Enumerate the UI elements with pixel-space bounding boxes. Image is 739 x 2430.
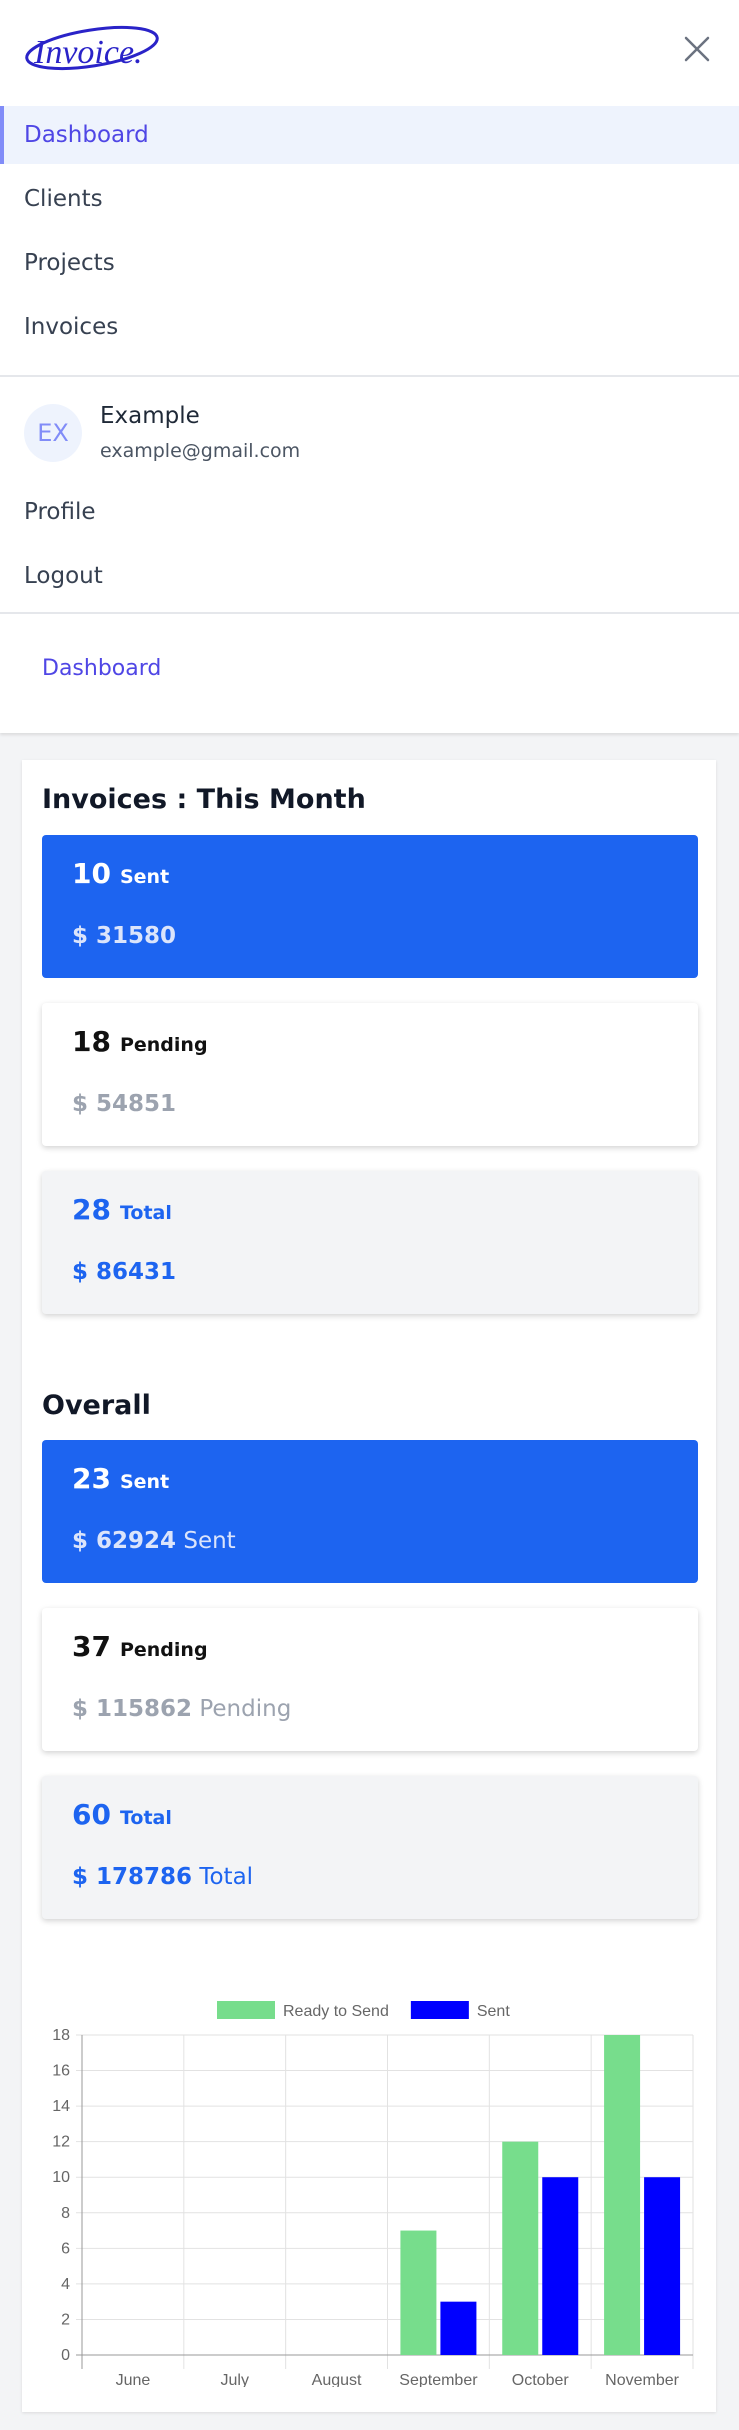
nav-item-label: Projects <box>24 250 115 276</box>
menu-divider <box>0 612 739 614</box>
overall-card-sent[interactable]: 23 Sent $ 62924 Sent <box>42 1440 698 1583</box>
x-tick-label: November <box>605 2372 679 2387</box>
x-tick-label: June <box>116 2372 151 2387</box>
y-tick-label: 16 <box>52 2063 70 2080</box>
overall-card-pending[interactable]: 37 Pending $ 115862 Pending <box>42 1608 698 1751</box>
nav-item-projects[interactable]: Projects <box>0 234 739 292</box>
stat-count: 60 <box>72 1798 111 1831</box>
stat-label: Sent <box>119 866 170 888</box>
nav-item-label: Clients <box>24 186 103 212</box>
stat-suffix: Total <box>199 1864 254 1890</box>
section-title-overall: Overall <box>42 1390 151 1421</box>
stat-card-sent[interactable]: 10 Sent $ 31580 <box>42 835 698 978</box>
bar-ready-to-send <box>400 2230 437 2355</box>
x-tick-label: July <box>221 2372 249 2387</box>
menu-item-logout[interactable]: Logout <box>0 547 739 605</box>
x-tick-label: September <box>399 2372 478 2387</box>
stat-count: 37 <box>72 1630 111 1663</box>
y-tick-label: 12 <box>52 2134 70 2151</box>
nav-item-label: Invoices <box>24 314 119 340</box>
y-tick-label: 6 <box>61 2240 70 2257</box>
bar-ready-to-send <box>604 2035 641 2355</box>
nav-item-dashboard[interactable]: Dashboard <box>0 106 739 164</box>
stat-amount: $ 86431 <box>72 1259 177 1285</box>
nav-item-invoices[interactable]: Invoices <box>0 298 739 356</box>
bar-chart-svg: 0 2 4 6 8 10 12 14 16 18 June July August September Oc… <box>52 2001 694 2389</box>
avatar[interactable]: EX <box>24 404 82 462</box>
stat-count: 23 <box>72 1462 111 1495</box>
menu-item-profile[interactable]: Profile <box>0 483 739 541</box>
stat-amount: $ 31580 <box>72 923 177 949</box>
nav-divider <box>0 375 739 377</box>
stat-amount: $ 178786 <box>72 1864 193 1890</box>
stat-amount: $ 62924 <box>72 1528 177 1554</box>
legend-label: Ready to Send <box>283 2003 389 2020</box>
bar-sent <box>440 2301 477 2355</box>
y-tick-label: 4 <box>61 2276 70 2293</box>
stat-label: Sent <box>119 1471 170 1493</box>
invoice-logo[interactable]: Invoice. <box>22 18 172 78</box>
stat-count: 28 <box>72 1193 111 1226</box>
legend-swatch <box>410 2001 469 2019</box>
nav-item-label: Dashboard <box>24 122 149 148</box>
y-tick-label: 14 <box>52 2098 70 2115</box>
close-menu-button[interactable] <box>678 30 716 68</box>
stat-label: Pending <box>119 1034 208 1056</box>
y-tick-label: 8 <box>61 2205 70 2222</box>
stat-suffix: Sent <box>183 1528 236 1554</box>
stat-amount: $ 54851 <box>72 1091 177 1117</box>
menu-item-label: Profile <box>24 499 96 525</box>
menu-item-label: Logout <box>24 563 103 589</box>
stat-amount: $ 115862 <box>72 1696 193 1722</box>
breadcrumb[interactable]: Dashboard <box>42 656 161 681</box>
bar-ready-to-send <box>502 2141 539 2355</box>
x-tick-label: August <box>312 2372 362 2387</box>
y-tick-label: 2 <box>61 2311 70 2328</box>
stat-label: Total <box>119 1202 172 1224</box>
stat-label: Total <box>119 1807 172 1829</box>
legend-label: Sent <box>477 2003 510 2020</box>
nav-item-clients[interactable]: Clients <box>0 170 739 228</box>
overall-card-total[interactable]: 60 Total $ 178786 Total <box>42 1776 698 1919</box>
top-navigation: Invoice. Dashboard Clients Projects Invo… <box>0 0 739 733</box>
user-email: example@gmail.com <box>100 440 301 462</box>
y-tick-label: 10 <box>52 2169 70 2186</box>
y-tick-label: 18 <box>52 2027 70 2044</box>
x-tick-label: October <box>512 2372 570 2387</box>
section-title-this-month: Invoices : This Month <box>42 784 366 815</box>
stat-count: 18 <box>72 1025 111 1058</box>
user-name: Example <box>100 403 200 429</box>
stat-label: Pending <box>119 1639 208 1661</box>
legend-swatch <box>217 2001 275 2019</box>
bar-sent <box>542 2177 579 2355</box>
stat-card-total[interactable]: 28 Total $ 86431 <box>42 1171 698 1314</box>
stat-count: 10 <box>72 857 111 890</box>
invoice-bar-chart: 0 2 4 6 8 10 12 14 16 18 June July August September Oc… <box>22 1985 716 2389</box>
close-icon <box>684 36 710 62</box>
bar-sent <box>644 2177 681 2355</box>
logo-text: Invoice. <box>33 34 143 71</box>
y-tick-label: 0 <box>61 2347 70 2364</box>
stat-card-pending[interactable]: 18 Pending $ 54851 <box>42 1003 698 1146</box>
stat-suffix: Pending <box>199 1696 292 1722</box>
